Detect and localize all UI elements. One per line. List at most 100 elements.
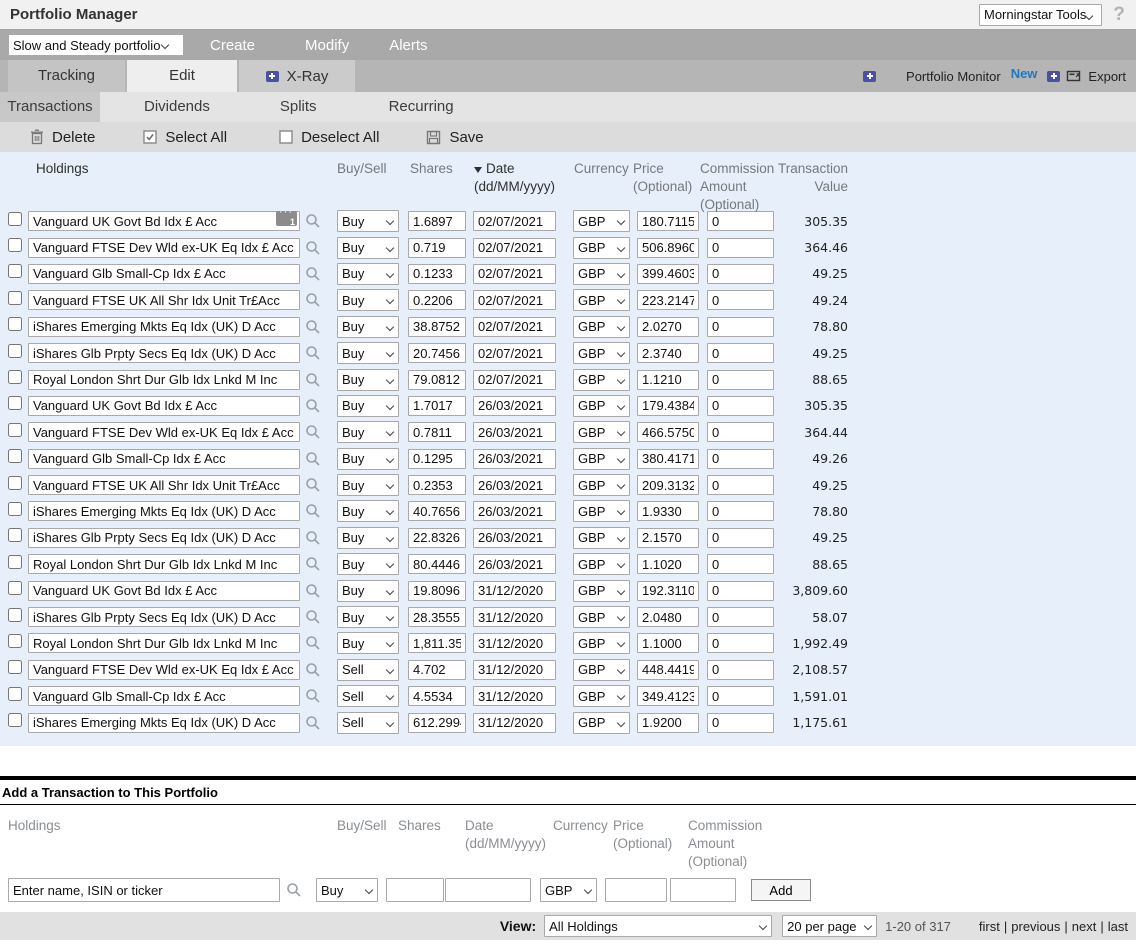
buy-sell-control[interactable]: Buy	[337, 237, 399, 259]
deselect-all-button[interactable]: Deselect All	[279, 129, 379, 146]
price-input[interactable]	[637, 211, 699, 231]
currency-control[interactable]: GBP	[573, 369, 630, 391]
currency-control[interactable]: GBP	[573, 474, 630, 496]
price-input[interactable]	[637, 475, 699, 495]
shares-input[interactable]	[408, 211, 466, 231]
holding-name-input[interactable]	[28, 449, 300, 469]
shares-input[interactable]	[408, 317, 466, 337]
search-icon[interactable]	[305, 477, 325, 493]
currency-select[interactable]: GBP	[573, 632, 630, 654]
shares-input[interactable]	[408, 633, 466, 653]
tab-edit[interactable]: Edit	[127, 60, 237, 92]
shares-input[interactable]	[408, 290, 466, 310]
commission-input[interactable]	[707, 317, 774, 337]
buy-sell-control[interactable]: Buy	[337, 632, 399, 654]
price-input[interactable]	[637, 264, 699, 284]
buy-sell-control[interactable]: Buy	[337, 448, 399, 470]
commission-input[interactable]	[707, 607, 774, 627]
currency-control[interactable]: GBP	[573, 448, 630, 470]
holding-name-input[interactable]	[28, 290, 300, 310]
holding-name-input[interactable]	[28, 713, 300, 733]
row-checkbox[interactable]	[8, 344, 22, 358]
row-checkbox[interactable]	[8, 502, 22, 516]
currency-select[interactable]: GBP	[573, 210, 630, 232]
pager-first[interactable]: first	[979, 919, 1000, 934]
buy-sell-select[interactable]: Buy	[337, 210, 399, 232]
holding-name-input[interactable]	[28, 343, 300, 363]
currency-select[interactable]: GBP	[573, 316, 630, 338]
search-icon[interactable]	[305, 266, 325, 282]
shares-input[interactable]	[408, 713, 466, 733]
search-icon[interactable]	[305, 424, 325, 440]
currency-control[interactable]: GBP	[573, 421, 630, 443]
search-icon[interactable]	[305, 715, 325, 731]
currency-select[interactable]: GBP	[573, 237, 630, 259]
row-checkbox[interactable]	[8, 528, 22, 542]
price-input[interactable]	[637, 290, 699, 310]
subtab-splits[interactable]: Splits	[280, 92, 317, 122]
add-buy-sell-control[interactable]: Buy	[316, 878, 378, 902]
buy-sell-control[interactable]: Sell	[337, 659, 399, 681]
buy-sell-select[interactable]: Buy	[337, 632, 399, 654]
shares-input[interactable]	[408, 528, 466, 548]
currency-control[interactable]: GBP	[573, 237, 630, 259]
add-commission-input[interactable]	[670, 878, 736, 902]
row-checkbox[interactable]	[8, 581, 22, 595]
shares-input[interactable]	[408, 396, 466, 416]
price-input[interactable]	[637, 238, 699, 258]
currency-select[interactable]: GBP	[573, 342, 630, 364]
commission-input[interactable]	[707, 686, 774, 706]
date-input[interactable]	[473, 290, 556, 310]
add-price-input[interactable]	[605, 878, 667, 902]
price-input[interactable]	[637, 317, 699, 337]
commission-input[interactable]	[707, 449, 774, 469]
search-icon[interactable]	[305, 583, 325, 599]
search-icon[interactable]	[305, 451, 325, 467]
currency-select[interactable]: GBP	[573, 369, 630, 391]
currency-control[interactable]: GBP	[573, 395, 630, 417]
search-icon[interactable]	[305, 240, 325, 256]
currency-select[interactable]: GBP	[573, 527, 630, 549]
holding-name-input[interactable]	[28, 581, 300, 601]
shares-input[interactable]	[408, 238, 466, 258]
currency-select[interactable]: GBP	[573, 659, 630, 681]
buy-sell-select[interactable]: Sell	[337, 712, 399, 734]
commission-input[interactable]	[707, 713, 774, 733]
date-input[interactable]	[473, 396, 556, 416]
commission-input[interactable]	[707, 211, 774, 231]
shares-input[interactable]	[408, 501, 466, 521]
date-input[interactable]	[473, 317, 556, 337]
shares-input[interactable]	[408, 422, 466, 442]
date-input[interactable]	[473, 422, 556, 442]
commission-input[interactable]	[707, 343, 774, 363]
add-buy-sell-select[interactable]: Buy	[316, 878, 378, 902]
buy-sell-select[interactable]: Buy	[337, 580, 399, 602]
currency-select[interactable]: GBP	[573, 606, 630, 628]
pager-last[interactable]: last	[1108, 919, 1128, 934]
row-checkbox[interactable]	[8, 449, 22, 463]
currency-control[interactable]: GBP	[573, 606, 630, 628]
row-checkbox[interactable]	[8, 317, 22, 331]
shares-input[interactable]	[408, 449, 466, 469]
buy-sell-control[interactable]: Sell	[337, 712, 399, 734]
shares-input[interactable]	[408, 660, 466, 680]
holding-name-input[interactable]	[28, 211, 300, 231]
price-input[interactable]	[637, 449, 699, 469]
row-checkbox[interactable]	[8, 396, 22, 410]
shares-input[interactable]	[408, 607, 466, 627]
currency-control[interactable]: GBP	[573, 553, 630, 575]
buy-sell-select[interactable]: Buy	[337, 316, 399, 338]
commission-input[interactable]	[707, 633, 774, 653]
currency-select[interactable]: GBP	[573, 474, 630, 496]
currency-select[interactable]: GBP	[573, 263, 630, 285]
currency-control[interactable]: GBP	[573, 289, 630, 311]
holding-name-input[interactable]	[28, 475, 300, 495]
buy-sell-control[interactable]: Buy	[337, 395, 399, 417]
row-checkbox[interactable]	[8, 423, 22, 437]
holding-name-input[interactable]	[28, 370, 300, 390]
commission-input[interactable]	[707, 264, 774, 284]
delete-button[interactable]: Delete	[30, 129, 95, 146]
price-input[interactable]	[637, 686, 699, 706]
buy-sell-control[interactable]: Sell	[337, 685, 399, 707]
currency-control[interactable]: GBP	[573, 263, 630, 285]
